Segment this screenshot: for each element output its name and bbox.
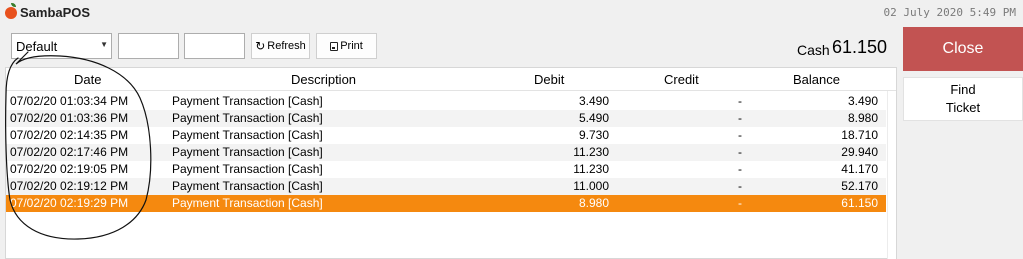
- print-button-label: Print: [340, 40, 363, 52]
- cell-debit: 8.980: [578, 196, 609, 210]
- cell-description: Payment Transaction [Cash]: [172, 111, 323, 125]
- refresh-button-label: Refresh: [267, 40, 306, 52]
- table-row-selected[interactable]: 07/02/20 02:19:29 PM Payment Transaction…: [6, 195, 886, 212]
- cell-date: 07/02/20 02:19:05 PM: [10, 162, 129, 176]
- filter-select[interactable]: Default ▼: [11, 33, 112, 59]
- cell-date: 07/02/20 01:03:36 PM: [10, 111, 129, 125]
- cell-credit: -: [738, 196, 742, 210]
- start-date-field[interactable]: [118, 33, 179, 59]
- cell-debit: 11.230: [573, 145, 609, 159]
- cell-description: Payment Transaction [Cash]: [172, 179, 323, 193]
- print-icon: [330, 41, 339, 51]
- cell-debit: 9.730: [578, 128, 609, 142]
- chevron-down-icon: ▼: [100, 40, 108, 49]
- cell-credit: -: [738, 179, 742, 193]
- cell-balance: 29.940: [841, 145, 878, 159]
- cell-date: 07/02/20 02:19:12 PM: [10, 179, 129, 193]
- refresh-icon: ↻: [255, 39, 266, 53]
- table-header: Date Description Debit Credit Balance: [6, 68, 896, 91]
- cell-debit: 11.000: [573, 179, 609, 193]
- cell-debit: 3.490: [578, 94, 609, 108]
- cell-credit: -: [738, 94, 742, 108]
- cell-date: 07/02/20 02:19:29 PM: [10, 196, 129, 210]
- column-header-date[interactable]: Date: [74, 72, 101, 87]
- column-header-balance[interactable]: Balance: [793, 72, 840, 87]
- cell-credit: -: [738, 145, 742, 159]
- app-name: SambaPOS: [20, 5, 91, 20]
- table-scrollbar[interactable]: [887, 91, 896, 259]
- account-total-value: 61.150: [832, 37, 888, 57]
- cell-debit: 5.490: [578, 111, 609, 125]
- table-row[interactable]: 07/02/20 02:17:46 PM Payment Transaction…: [6, 144, 886, 161]
- close-button[interactable]: Close: [903, 27, 1023, 71]
- cell-credit: -: [738, 162, 742, 176]
- column-header-debit[interactable]: Debit: [534, 72, 564, 87]
- cell-date: 07/02/20 02:17:46 PM: [10, 145, 129, 159]
- table-row[interactable]: 07/02/20 01:03:36 PM Payment Transaction…: [6, 110, 886, 127]
- cell-balance: 18.710: [841, 128, 878, 142]
- cell-date: 07/02/20 01:03:34 PM: [10, 94, 129, 108]
- column-header-credit[interactable]: Credit: [664, 72, 699, 87]
- cell-balance: 3.490: [847, 94, 878, 108]
- cell-debit: 11.230: [573, 162, 609, 176]
- table-row[interactable]: 07/02/20 01:03:34 PM Payment Transaction…: [6, 93, 886, 110]
- cell-description: Payment Transaction [Cash]: [172, 196, 323, 210]
- account-total-label: Cash: [797, 42, 830, 58]
- cell-balance: 52.170: [841, 179, 878, 193]
- cell-credit: -: [738, 111, 742, 125]
- table-row[interactable]: 07/02/20 02:19:05 PM Payment Transaction…: [6, 161, 886, 178]
- cell-balance: 8.980: [847, 111, 878, 125]
- column-header-description[interactable]: Description: [291, 72, 356, 87]
- table-row[interactable]: 07/02/20 02:19:12 PM Payment Transaction…: [6, 178, 886, 195]
- title-bar: SambaPOS 02 July 2020 5:49 PM: [0, 0, 1023, 26]
- cell-credit: -: [738, 128, 742, 142]
- cell-description: Payment Transaction [Cash]: [172, 145, 323, 159]
- print-button[interactable]: Print: [316, 33, 377, 59]
- cell-date: 07/02/20 02:14:35 PM: [10, 128, 129, 142]
- cell-description: Payment Transaction [Cash]: [172, 128, 323, 142]
- cell-description: Payment Transaction [Cash]: [172, 162, 323, 176]
- filter-select-value: Default: [16, 39, 58, 54]
- end-date-field[interactable]: [184, 33, 245, 59]
- clock: 02 July 2020 5:49 PM: [883, 6, 1016, 19]
- cell-balance: 61.150: [841, 196, 878, 210]
- cell-description: Payment Transaction [Cash]: [172, 94, 323, 108]
- table-row[interactable]: 07/02/20 02:14:35 PM Payment Transaction…: [6, 127, 886, 144]
- refresh-button[interactable]: ↻ Refresh: [251, 33, 310, 59]
- transactions-table: Date Description Debit Credit Balance 07…: [5, 67, 897, 259]
- find-ticket-label: Find Ticket: [945, 82, 981, 115]
- find-ticket-button[interactable]: Find Ticket: [903, 77, 1023, 121]
- cell-balance: 41.170: [841, 162, 878, 176]
